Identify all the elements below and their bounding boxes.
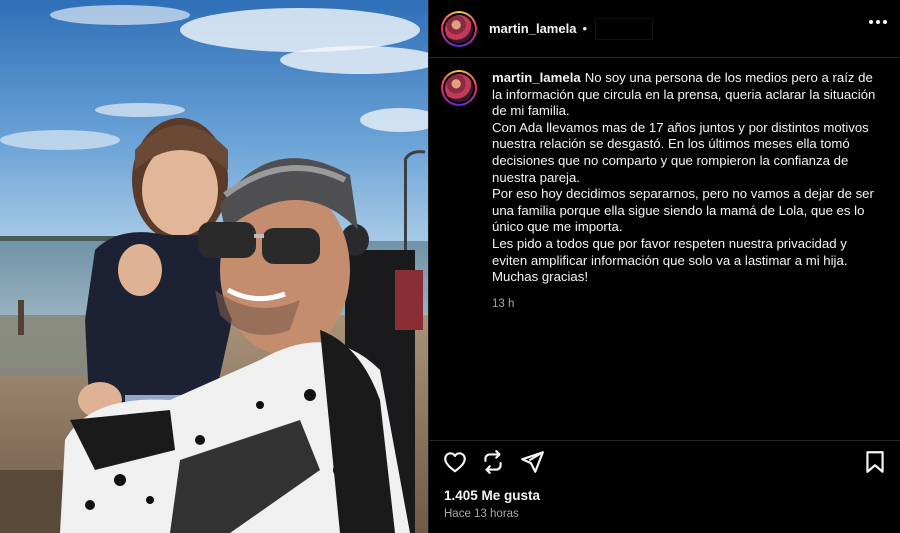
- heart-icon[interactable]: [442, 449, 468, 475]
- author-avatar[interactable]: [441, 10, 477, 47]
- post-photo[interactable]: [0, 0, 428, 533]
- repost-icon[interactable]: [480, 449, 506, 475]
- post-side-panel: martin_lamela • martin_lamela No soy una …: [428, 0, 900, 533]
- photo-father-daughter-by-sea: [0, 0, 428, 533]
- action-bar: [429, 440, 900, 480]
- post-timestamp[interactable]: Hace 13 horas: [444, 508, 519, 520]
- caption-block: martin_lamela No soy una persona de los m…: [441, 70, 889, 312]
- bookmark-icon[interactable]: [862, 449, 888, 475]
- share-icon[interactable]: [519, 449, 545, 475]
- caption-line: Muchas gracias!: [492, 269, 589, 285]
- author-username[interactable]: martin_lamela: [489, 21, 576, 36]
- caption-line: Por eso hoy decidimos separarnos, pero n…: [492, 186, 874, 235]
- caption-line: martin_lamela No soy una persona de los m…: [492, 70, 876, 119]
- caption-line: Con Ada llevamos mas de 17 años juntos y…: [492, 119, 869, 185]
- post-header: martin_lamela •: [429, 0, 900, 58]
- caption-text: martin_lamela No soy una persona de los m…: [492, 70, 880, 312]
- caption-line: Les pido a todos que por favor respeten …: [492, 235, 848, 268]
- caption-timestamp[interactable]: 13 h: [492, 296, 880, 313]
- caption-username[interactable]: martin_lamela: [492, 70, 581, 85]
- caption-author-avatar[interactable]: [441, 70, 477, 106]
- likes-count[interactable]: 1.405 Me gusta: [444, 488, 540, 503]
- more-horizontal-icon[interactable]: [869, 20, 887, 24]
- instagram-post: martin_lamela • martin_lamela No soy una …: [0, 0, 900, 533]
- header-separator: •: [582, 21, 587, 36]
- redacted-box: [595, 17, 653, 40]
